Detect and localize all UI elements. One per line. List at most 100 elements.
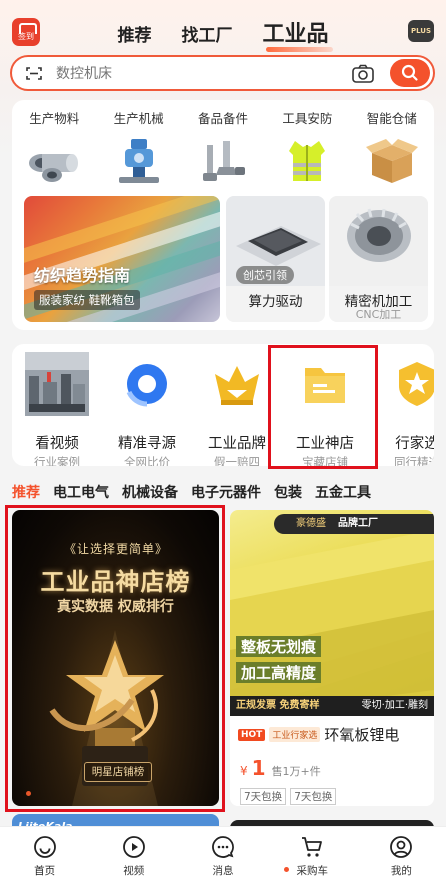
plus-button[interactable]: PLUS (408, 20, 434, 42)
nav-cart-label: 采购车 (296, 865, 328, 877)
tab-find-factory[interactable]: 找工厂 (181, 21, 232, 46)
price-row: ¥ 1 售1万+件 (240, 756, 321, 780)
banner-precision-machining[interactable]: 精密机加工 CNC加工 (329, 196, 428, 322)
category-production-machinery[interactable]: 生产机械 (96, 108, 180, 189)
epoxy-board-image (230, 510, 434, 716)
category-tab-recommend[interactable]: 推荐 (12, 482, 40, 502)
brand-bar: 豪德盛 品牌工厂 (274, 514, 434, 534)
category-smart-warehouse[interactable]: 智能仓储 (350, 108, 434, 189)
promo-band-right: 零切·加工·雕刻 (361, 700, 428, 711)
nav-cart[interactable]: 采购车 (268, 827, 357, 886)
gear-part-image (329, 196, 428, 286)
feature-industrial-brand[interactable]: 工业品牌 假一赔四 (192, 352, 282, 466)
feature-title: 精准寻源 (118, 436, 176, 452)
feature-title: 看视频 (35, 436, 79, 452)
product-claim-2: 加工高精度 (236, 662, 322, 683)
nav-profile-label: 我的 (390, 865, 412, 877)
scan-icon[interactable] (26, 66, 42, 81)
factory-photo (25, 352, 89, 416)
feed-card-epoxy-board[interactable]: 豪德盛 品牌工厂 整板无划痕 加工高精度 正规发票 免费寄样 零切·加工·雕刻 H… (230, 510, 434, 806)
star-badge-icon (399, 362, 434, 406)
price-value: 1 (251, 756, 266, 780)
feature-watch-video[interactable]: 看视频 行业案例 (12, 352, 102, 466)
category-tools-safety[interactable]: 工具安防 (265, 108, 349, 189)
video-icon (122, 836, 145, 858)
feature-industrial-top-shop[interactable]: 工业神店 宝藏店铺 (280, 352, 370, 466)
search-button[interactable] (390, 59, 430, 87)
category-tab-machinery[interactable]: 机械设备 (122, 482, 178, 502)
search-bar (10, 55, 435, 91)
category-spare-parts[interactable]: 备品备件 (181, 108, 265, 189)
machine-icon (118, 139, 159, 183)
compute-tag: 创芯引领 (236, 266, 294, 284)
banner-textile-trends[interactable]: 纺织趋势指南 服装家纺 鞋靴箱包 (24, 196, 220, 322)
category-tab-electronic-components[interactable]: 电子元器件 (191, 482, 261, 502)
brand-factory-tag: 品牌工厂 (338, 518, 378, 529)
bottom-nav: 首页 视频 消息 采购车 我的 (0, 826, 446, 886)
feature-title: 工业品牌 (208, 436, 266, 452)
product-title: 环氧板锂电 (324, 726, 400, 744)
category-label: 工具安防 (282, 111, 333, 126)
category-tab-hardware-tools[interactable]: 五金工具 (315, 482, 371, 502)
feature-card: 看视频 行业案例 精准寻源 全网比价 工业品牌 假一赔四 工业神店 宝藏店铺 行… (12, 344, 434, 466)
feature-precise-sourcing[interactable]: 精准寻源 全网比价 (102, 352, 192, 466)
search-input[interactable] (56, 64, 336, 84)
category-card: 生产物料 生产机械 备品备件 工具安防 智能仓储 纺织趋势指南 服装家纺 鞋靴箱… (12, 100, 434, 330)
tab-industrial-goods[interactable]: 工业品 (262, 16, 333, 52)
category-tabs: 推荐 电工电气 机械设备 电子元器件 包装 五金工具 (12, 482, 371, 502)
brand-name: 豪德盛 (296, 518, 326, 529)
service-tag: 7天包换 (290, 788, 337, 805)
category-tab-electrical[interactable]: 电工电气 (53, 482, 109, 502)
category-row: 生产物料 生产机械 备品备件 工具安防 智能仓储 (12, 108, 434, 189)
price-currency: ¥ (240, 764, 248, 778)
sourcing-icon (126, 364, 167, 407)
message-icon (212, 836, 234, 858)
feature-subtitle: 行业案例 (34, 455, 80, 466)
top-bar: 签到 推荐 找工厂 工业品 PLUS (0, 0, 446, 56)
nav-messages[interactable]: 消息 (178, 827, 290, 886)
category-label: 生产物料 (29, 111, 80, 126)
category-production-materials[interactable]: 生产物料 (12, 108, 96, 189)
feed-left-title: 工业品神店榜 (40, 568, 191, 596)
shop-folder-icon (305, 368, 345, 403)
promo-band: 正规发票 免费寄样 零切·加工·雕刻 (230, 696, 434, 716)
category-label: 生产机械 (113, 111, 164, 126)
hot-badge: HOT (238, 728, 266, 741)
sold-count: 售1万+件 (271, 765, 321, 778)
nav-home-label: 首页 (34, 865, 56, 877)
top-tabs: 推荐 找工厂 工业品 (0, 16, 446, 52)
bolt-icon (202, 141, 245, 181)
compute-title: 算力驱动 (248, 294, 303, 310)
star-shop-ranking-button[interactable]: 明星店铺榜 (84, 762, 152, 782)
crown-icon (215, 366, 259, 405)
product-title-row: HOT 工业行家选 环氧板锂电 (238, 724, 399, 745)
category-tab-packaging[interactable]: 包装 (274, 482, 302, 502)
camera-icon[interactable] (352, 64, 374, 83)
cart-icon (302, 837, 323, 857)
nav-video[interactable]: 视频 (89, 827, 178, 886)
profile-icon (390, 836, 413, 858)
tab-recommend[interactable]: 推荐 (117, 21, 151, 46)
feature-subtitle: 全网比价 (124, 455, 170, 466)
pipes-icon (29, 154, 79, 182)
banner-title: 纺织趋势指南 (34, 266, 131, 285)
promo-band-left: 正规发票 免费寄样 (236, 700, 320, 711)
feed-left-subtitle: 真实数据 权威排行 (57, 599, 174, 615)
category-label: 智能仓储 (366, 111, 417, 126)
banner-subtitle: 服装家纺 鞋靴箱包 (34, 290, 140, 310)
nav-home[interactable]: 首页 (0, 827, 89, 886)
box-icon (365, 139, 418, 183)
safety-vest-icon (289, 141, 326, 181)
service-tags: 7天包换 7天包换 (240, 788, 337, 805)
nav-messages-label: 消息 (212, 865, 234, 877)
feed-card-top-shop-ranking[interactable]: 让选择更简单 工业品神店榜 真实数据 权威排行 明星店铺榜 (12, 510, 219, 806)
feature-title: 工业神店 (296, 436, 354, 452)
product-claim-1: 整板无划痕 (236, 636, 322, 657)
feed-left-top-text: 让选择更简单 (52, 540, 180, 557)
precision-subtitle: CNC加工 (355, 308, 402, 321)
nav-profile[interactable]: 我的 (357, 827, 446, 886)
home-icon (33, 836, 56, 858)
feature-title: 行家选 (395, 436, 434, 452)
banner-compute[interactable]: 创芯引领 算力驱动 (226, 196, 325, 322)
feature-expert-picks[interactable]: 行家选 同行精选 (372, 352, 434, 466)
